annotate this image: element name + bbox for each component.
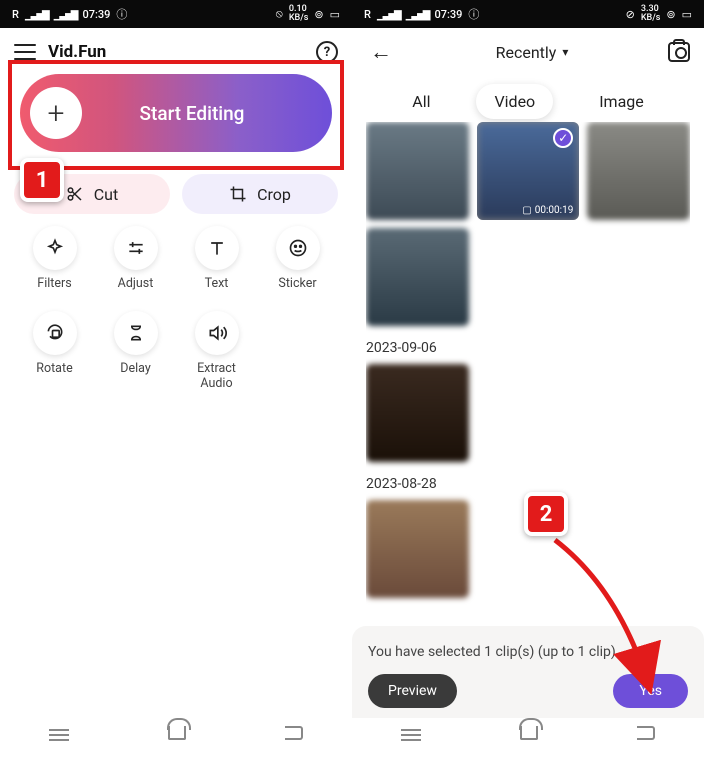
video-thumb[interactable]	[366, 500, 469, 598]
tool-label: Text	[205, 276, 229, 291]
dnd-icon: ⊘	[626, 8, 635, 21]
tab-all[interactable]: All	[394, 84, 448, 119]
carrier-label: R	[364, 8, 371, 21]
crop-icon	[229, 185, 247, 203]
battery-icon: ▭	[682, 8, 692, 21]
tool-extract-audio[interactable]: Extract Audio	[176, 311, 257, 391]
tool-rotate[interactable]: Rotate	[14, 311, 95, 391]
back-button[interactable]	[285, 726, 303, 740]
wifi-icon: ⊚	[314, 8, 323, 21]
tab-video[interactable]: Video	[476, 84, 553, 119]
annotation-badge-2: 2	[524, 492, 568, 536]
back-button[interactable]	[637, 726, 655, 740]
adjust-icon	[126, 238, 146, 258]
tool-adjust[interactable]: Adjust	[95, 226, 176, 291]
recents-button[interactable]	[401, 726, 421, 740]
signal-icon	[54, 8, 77, 21]
video-thumb[interactable]	[366, 122, 469, 220]
signal-icon	[406, 8, 429, 21]
chevron-down-icon: ▾	[562, 45, 568, 59]
net-speed: 0.10KB/s	[289, 5, 309, 23]
video-thumb[interactable]	[366, 364, 469, 462]
net-speed: 3.30KB/s	[641, 5, 661, 23]
annotation-badge-1: 1	[20, 158, 64, 202]
tool-delay[interactable]: Delay	[95, 311, 176, 391]
text-icon	[207, 238, 227, 258]
section-date: 2023-08-28	[366, 476, 690, 492]
info-icon: ⓘ	[468, 6, 479, 22]
selection-sheet: You have selected 1 clip(s) (up to 1 cli…	[352, 626, 704, 718]
tool-sticker[interactable]: Sticker	[257, 226, 338, 291]
preview-button[interactable]: Preview	[368, 674, 457, 708]
camera-icon[interactable]	[668, 42, 690, 62]
wifi-icon: ⊚	[666, 8, 675, 21]
home-button[interactable]	[520, 726, 538, 740]
signal-icon	[25, 8, 48, 21]
video-thumb[interactable]	[366, 228, 469, 326]
tool-label: Filters	[37, 276, 71, 291]
picker-appbar: ← Recently ▾	[352, 28, 704, 76]
cut-label: Cut	[94, 185, 118, 204]
scissors-icon	[66, 185, 84, 203]
menu-icon[interactable]	[14, 44, 36, 60]
app-title: Vid.Fun	[48, 42, 304, 62]
sort-dropdown[interactable]: Recently ▾	[408, 43, 656, 62]
crop-label: Crop	[257, 185, 291, 204]
clock: 07:39	[434, 8, 462, 21]
signal-icon	[377, 8, 400, 21]
status-bar: R 07:39 ⓘ ⊘ 3.30KB/s ⊚ ▭	[352, 0, 704, 28]
annotation-box-1	[8, 60, 344, 170]
filters-icon	[45, 238, 65, 258]
tool-text[interactable]: Text	[176, 226, 257, 291]
video-duration: ▢ 00:00:19	[522, 205, 573, 216]
tools-grid: Filters Adjust Text Sticker Rotate Delay…	[14, 226, 338, 391]
tool-label: Sticker	[278, 276, 316, 291]
screen-home: R 07:39 ⓘ ⦸ 0.10KB/s ⊚ ▭ Vid.Fun ? + Sta…	[0, 0, 352, 748]
selection-text: You have selected 1 clip(s) (up to 1 cli…	[368, 644, 688, 660]
android-navbar	[0, 718, 352, 748]
carrier-label: R	[12, 8, 19, 21]
delay-icon	[126, 323, 146, 343]
tool-label: Adjust	[118, 276, 154, 291]
status-bar: R 07:39 ⓘ ⦸ 0.10KB/s ⊚ ▭	[0, 0, 352, 28]
dnd-icon: ⦸	[276, 7, 283, 21]
audio-icon	[207, 323, 227, 343]
recents-button[interactable]	[49, 726, 69, 740]
video-thumb[interactable]	[587, 122, 690, 220]
clock: 07:39	[82, 8, 110, 21]
screen-picker: R 07:39 ⓘ ⊘ 3.30KB/s ⊚ ▭ ← Recently ▾ Al…	[352, 0, 704, 748]
tool-label: Rotate	[36, 361, 72, 376]
tool-label: Extract Audio	[197, 361, 236, 391]
battery-icon: ▭	[330, 8, 340, 21]
home-button[interactable]	[168, 726, 186, 740]
section-date: 2023-09-06	[366, 340, 690, 356]
crop-button[interactable]: Crop	[182, 174, 338, 214]
video-thumb-selected[interactable]: ✓ ▢ 00:00:19	[477, 122, 580, 220]
tab-image[interactable]: Image	[581, 84, 662, 119]
yes-button[interactable]: Yes	[613, 674, 688, 708]
sort-label: Recently	[496, 43, 557, 62]
tool-filters[interactable]: Filters	[14, 226, 95, 291]
android-navbar	[352, 718, 704, 748]
back-icon[interactable]: ←	[366, 35, 396, 69]
tool-label: Delay	[120, 361, 151, 376]
info-icon: ⓘ	[116, 6, 127, 22]
rotate-icon	[45, 323, 65, 343]
sticker-icon	[288, 238, 308, 258]
